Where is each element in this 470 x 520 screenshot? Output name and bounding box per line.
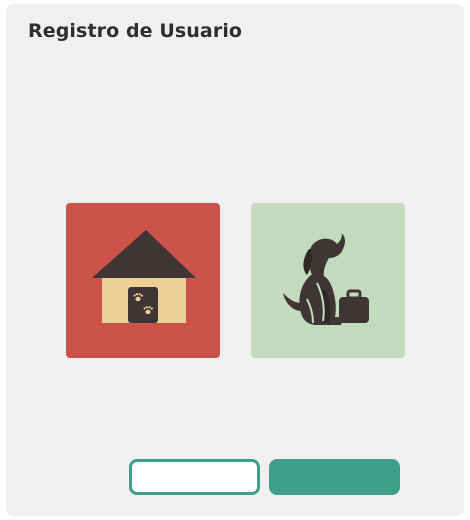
option-home-tile[interactable] xyxy=(66,203,220,358)
option-travel-tile[interactable] xyxy=(251,203,405,358)
dog-with-suitcase-icon xyxy=(283,233,369,325)
primary-button[interactable] xyxy=(269,459,400,495)
registration-panel: Registro de Usuario xyxy=(6,4,464,516)
secondary-button[interactable] xyxy=(129,459,260,495)
doghouse-roof xyxy=(92,230,196,278)
doghouse-icon xyxy=(92,230,196,323)
page-title: Registro de Usuario xyxy=(28,20,243,42)
doghouse-door xyxy=(128,287,158,323)
